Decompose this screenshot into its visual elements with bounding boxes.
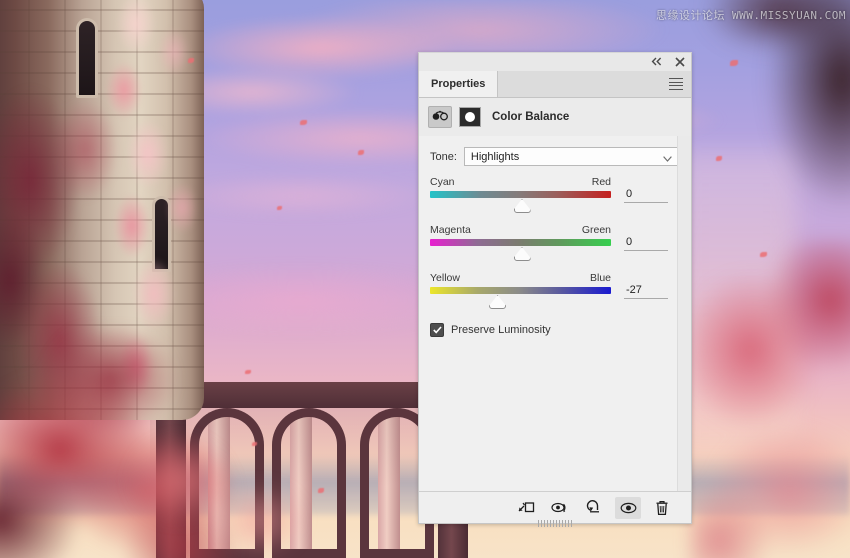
tone-row: Tone: Highlights <box>419 136 691 166</box>
falling-petal <box>300 120 307 125</box>
slider-group-magenta-green: Magenta Green <box>430 224 679 261</box>
view-previous-button[interactable] <box>547 497 573 519</box>
panel-scrollbar[interactable] <box>677 136 691 492</box>
falling-petal <box>188 58 194 63</box>
menu-line <box>669 81 683 83</box>
watermark-url-text: WWW.MISSYUAN.COM <box>732 9 846 22</box>
slider-track-wrap-yellow-blue[interactable] <box>430 287 611 309</box>
watermark-cjk-text: 思缘设计论坛 <box>656 9 726 22</box>
layer-mask-thumbnail-icon[interactable] <box>459 107 481 127</box>
panel-resize-grip[interactable] <box>538 520 572 527</box>
tone-label: Tone: <box>430 150 457 163</box>
slider-left-label-yellow: Yellow <box>430 272 460 284</box>
falling-petal <box>318 488 324 493</box>
falling-petal <box>730 60 738 66</box>
close-icon[interactable] <box>673 55 686 68</box>
falling-petal <box>245 370 251 374</box>
adjustment-header: Color Balance <box>419 98 691 137</box>
panel-footer-toolbar <box>419 491 691 523</box>
panel-body: Tone: Highlights Cyan Red 0 Magenta Gree… <box>419 136 691 492</box>
slider-thumb-magenta-green[interactable] <box>513 247 531 261</box>
falling-petal <box>252 442 257 446</box>
watermark: 思缘设计论坛 WWW.MISSYUAN.COM <box>656 7 846 23</box>
slider-right-label-blue: Blue <box>589 272 611 284</box>
menu-line <box>669 88 683 90</box>
adjustment-title: Color Balance <box>492 111 570 123</box>
slider-row-yellow-blue <box>430 284 679 309</box>
slider-value-magenta-green[interactable] <box>624 236 668 251</box>
tone-select-value: Highlights <box>470 150 520 163</box>
tab-properties[interactable]: Properties <box>419 71 499 97</box>
screenshot-root: 思缘设计论坛 WWW.MISSYUAN.COM Properties Color… <box>0 0 850 558</box>
slider-track-wrap-cyan-red[interactable] <box>430 191 611 213</box>
toggle-visibility-button[interactable] <box>615 496 641 519</box>
foreground-foliage-left-highlight <box>130 420 360 558</box>
slider-group-yellow-blue: Yellow Blue <box>430 272 679 309</box>
mask-dot <box>465 112 475 122</box>
double-chevron-left-icon[interactable] <box>650 55 663 68</box>
preserve-luminosity-row[interactable]: Preserve Luminosity <box>419 320 691 337</box>
reset-button[interactable] <box>581 497 607 519</box>
slider-track-cyan-red <box>430 191 611 198</box>
slider-left-label-magenta: Magenta <box>430 224 471 236</box>
slider-track-yellow-blue <box>430 287 611 294</box>
slider-group-cyan-red: Cyan Red <box>430 176 679 213</box>
tone-select[interactable]: Highlights <box>463 147 679 166</box>
preserve-luminosity-checkbox[interactable] <box>430 323 444 337</box>
chevron-down-icon <box>663 153 672 165</box>
falling-petal <box>760 252 767 257</box>
menu-line <box>669 85 683 87</box>
slider-thumb-cyan-red[interactable] <box>513 199 531 213</box>
slider-track-magenta-green <box>430 239 611 246</box>
slider-left-label-cyan: Cyan <box>430 176 455 188</box>
panel-tab-strip: Properties <box>419 71 691 98</box>
slider-row-magenta-green <box>430 236 679 261</box>
hamburger-menu-icon[interactable] <box>669 78 683 90</box>
slider-value-cyan-red[interactable] <box>624 188 668 203</box>
falling-petal <box>277 206 282 210</box>
tab-properties-label: Properties <box>431 78 486 90</box>
preserve-luminosity-label: Preserve Luminosity <box>451 324 551 336</box>
clip-to-layer-button[interactable] <box>513 497 539 519</box>
slider-labels-cyan-red: Cyan Red <box>430 176 611 188</box>
color-balance-sliders: Cyan Red Magenta Green <box>419 166 691 309</box>
properties-panel[interactable]: Properties Color Balance Tone: Highlight… <box>418 52 692 527</box>
panel-chrome-bar <box>419 53 691 71</box>
falling-petal <box>358 150 364 155</box>
slider-labels-magenta-green: Magenta Green <box>430 224 611 236</box>
slider-thumb-yellow-blue[interactable] <box>489 295 507 309</box>
foreground-tree-trunk <box>742 0 850 290</box>
color-balance-scale-icon[interactable] <box>428 106 452 128</box>
slider-labels-yellow-blue: Yellow Blue <box>430 272 611 284</box>
slider-right-label-green: Green <box>581 224 611 236</box>
menu-line <box>669 78 683 79</box>
slider-value-yellow-blue[interactable] <box>624 284 668 299</box>
slider-right-label-red: Red <box>591 176 611 188</box>
falling-petal <box>716 156 722 161</box>
slider-track-wrap-magenta-green[interactable] <box>430 239 611 261</box>
slider-row-cyan-red <box>430 188 679 213</box>
panel-chrome-buttons <box>650 55 686 68</box>
delete-button[interactable] <box>649 497 675 519</box>
